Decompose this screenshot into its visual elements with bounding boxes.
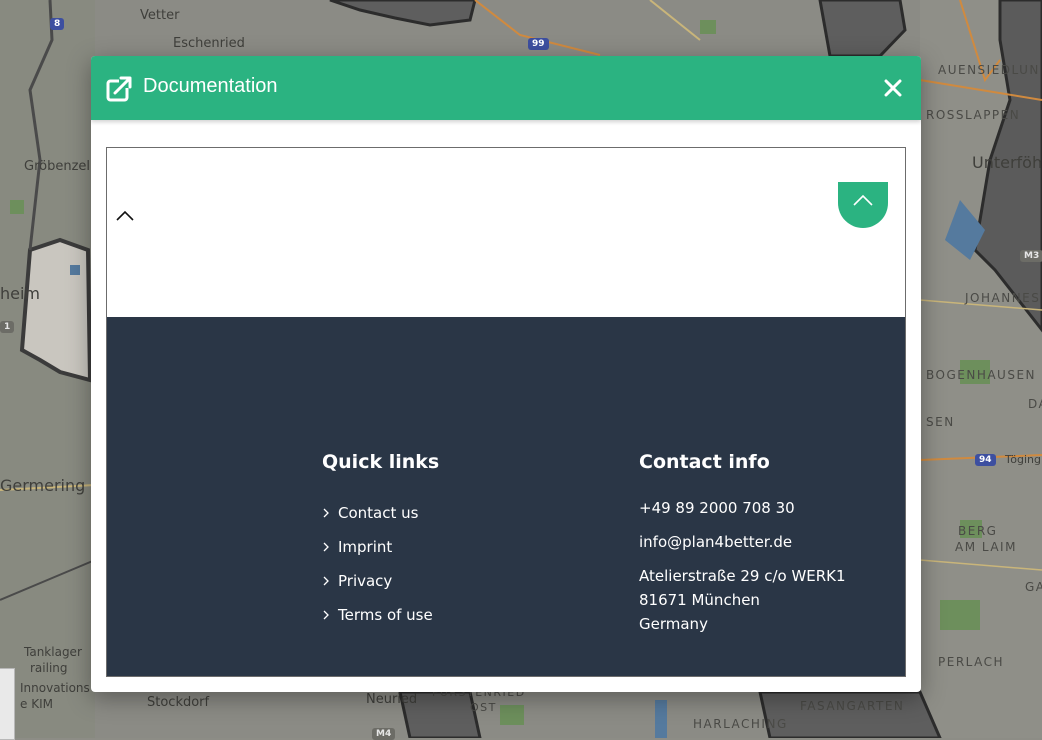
footer-link-terms-of-use[interactable]: Terms of use [322,606,433,624]
contact-address-line: 81671 München [639,591,760,609]
road-shield: 8 [50,18,65,30]
map-label: BOGENHAUSEN [926,368,1037,382]
contact-address-line: Germany [639,615,708,633]
contact-info-heading: Contact info [639,451,770,473]
chevron-right-icon [323,576,329,586]
contact-address-line: Atelierstraße 29 c/o WERK1 [639,567,846,585]
map-label: AM LAIM [955,540,1017,554]
map-label: AUENSIEDLUN [938,63,1040,77]
site-footer: Quick links Contact us Imprint Privacy T… [107,317,905,676]
contact-phone[interactable]: +49 89 2000 708 30 [639,499,795,517]
map-label: DA [1028,397,1042,411]
road-shield: 99 [528,38,549,50]
documentation-frame[interactable]: Quick links Contact us Imprint Privacy T… [106,147,906,677]
map-label: SEN [926,415,955,429]
map-label: Tanklager [24,645,82,659]
footer-link-privacy[interactable]: Privacy [322,572,392,590]
footer-link-label: Contact us [338,504,419,522]
map-label: Stockdorf [147,695,210,710]
footer-link-label: Privacy [338,572,393,590]
footer-link-label: Imprint [338,538,393,556]
chevron-right-icon [323,508,329,518]
chevron-right-icon [323,542,329,552]
footer-link-imprint[interactable]: Imprint [322,538,392,556]
map-label: OST [470,701,497,714]
close-button[interactable] [879,74,907,102]
map-label: heim [0,284,41,303]
map-label: Neuried [366,692,418,707]
map-label: Germering [0,476,86,495]
documentation-dialog: Documentation Quick links Contact us Imp… [91,56,921,692]
map-label: PERLACH [938,655,1005,669]
road-shield: 1 [0,321,15,333]
map-attribution-widget[interactable] [0,668,15,740]
map-label: JOHANNES [965,291,1041,305]
map-label: Unterföhr [972,153,1042,172]
map-label: HARLACHING [693,717,788,731]
chevron-up-icon [853,194,873,206]
map-label: e KIM [20,697,53,711]
dialog-title: Documentation [143,75,278,97]
map-label: Gröbenzell [24,159,94,174]
map-label: Innovations [20,681,90,695]
road-shield: 94 [975,454,996,466]
external-link-icon [106,76,132,102]
map-label: GA [1025,580,1042,594]
contact-email[interactable]: info@plan4better.de [639,533,792,551]
footer-link-label: Terms of use [338,606,433,624]
map-label: Töging [1005,453,1042,466]
map-label: railing [30,661,68,675]
chevron-right-icon [323,610,329,620]
map-label: ROSSLAPPEN [926,108,1021,122]
road-shield: M4 [372,728,396,740]
map-label: FASANGARTEN [800,699,905,713]
chevron-up-icon[interactable] [116,210,134,222]
footer-link-contact-us[interactable]: Contact us [322,504,418,522]
map-label: BERG [958,524,998,538]
scroll-to-top-button[interactable] [838,182,888,228]
road-shield: M3 [1020,250,1042,262]
close-icon [884,79,902,97]
map-label: Eschenried [173,36,245,51]
map-label: Vetter [140,8,180,23]
dialog-header: Documentation [91,56,921,120]
quick-links-heading: Quick links [322,451,440,473]
